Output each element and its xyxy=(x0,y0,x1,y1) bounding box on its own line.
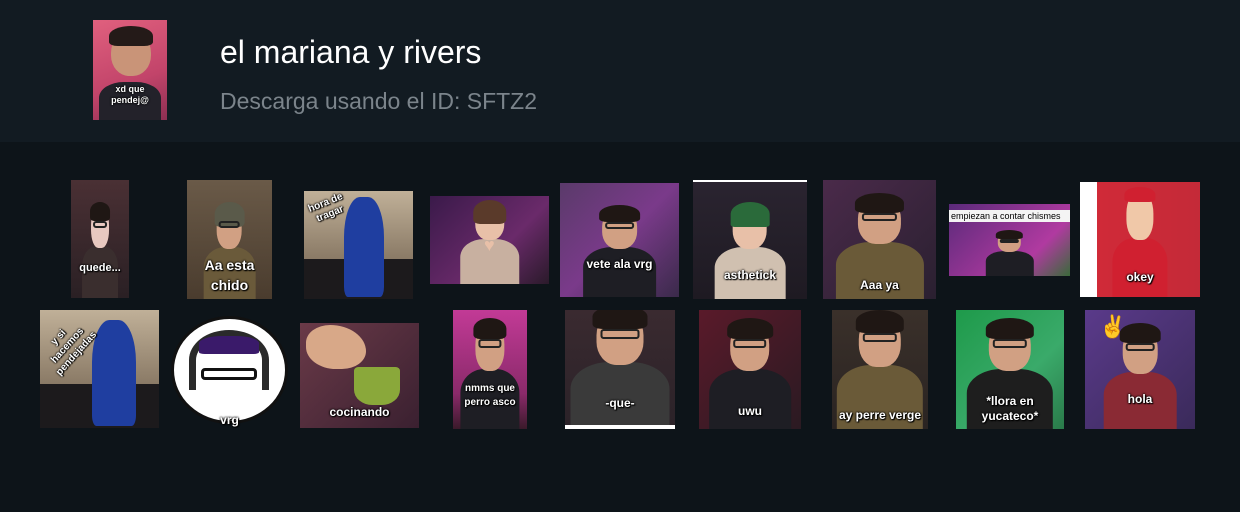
sticker-caption: ay perre verge xyxy=(838,408,922,422)
sticker-que[interactable]: -que- xyxy=(565,310,675,429)
sticker-asthetick[interactable]: asthetick xyxy=(693,180,807,299)
sticker-y-si-hacemos-pendejadas[interactable]: y si hacemos pendejadas xyxy=(40,310,159,428)
pack-header: xd que pendej@ el mariana y rivers Desca… xyxy=(0,0,1240,142)
sticker-empiezan-a-contar-chismes[interactable]: empiezan a contar chismes xyxy=(949,204,1070,276)
sticker-cocinando[interactable]: cocinando xyxy=(300,323,419,428)
sticker-caption: quede... xyxy=(79,262,121,274)
sticker-hola[interactable]: ✌ hola xyxy=(1085,310,1195,429)
sticker-uwu[interactable]: uwu xyxy=(699,310,801,429)
sticker-caption: okey xyxy=(1126,270,1154,284)
sticker-caption: vrg xyxy=(220,413,239,427)
sticker-caption: uwu xyxy=(738,404,762,418)
pack-thumbnail[interactable]: xd que pendej@ xyxy=(93,20,167,120)
sticker-caption: -que- xyxy=(605,396,635,410)
sticker-quede[interactable]: quede... xyxy=(71,180,129,298)
sticker-caption: Aaa ya xyxy=(860,278,899,292)
heart-icon: ♥ xyxy=(484,235,495,255)
sticker-aa-esta-chido[interactable]: Aa esta chido xyxy=(187,180,272,299)
sticker-nmms-que-perro-asco[interactable]: nmms que perro asco xyxy=(453,310,527,429)
sticker-caption: asthetick xyxy=(723,268,777,282)
sticker-ay-perre-verge[interactable]: ay perre verge xyxy=(832,310,928,429)
sticker-hora-de-tragar[interactable]: hora de tragar xyxy=(304,191,413,299)
sticker-caption: cocinando xyxy=(329,405,390,419)
sticker-vete-ala-vrg[interactable]: vete ala vrg xyxy=(560,183,679,297)
pack-thumbnail-caption: xd que pendej@ xyxy=(111,84,149,105)
pack-title: el mariana y rivers xyxy=(220,34,482,70)
bottom-bar xyxy=(565,425,675,429)
sticker-llora-en-yucateco[interactable]: *llora en yucateco* xyxy=(956,310,1064,429)
sticker-okey[interactable]: okey xyxy=(1080,182,1200,297)
pack-download-id: Descarga usando el ID: SFTZ2 xyxy=(220,88,538,114)
sticker-caption: Aa esta chido xyxy=(204,257,255,293)
sticker-heart-hands[interactable]: ♥ xyxy=(430,196,549,284)
sticker-caption: *llora en yucateco* xyxy=(981,394,1039,423)
cartoon-glasses xyxy=(201,368,257,380)
cartoon-hair xyxy=(199,336,259,354)
sticker-aaa-ya[interactable]: Aaa ya xyxy=(823,180,936,299)
sticker-vrg[interactable]: vrg xyxy=(169,316,290,428)
sticker-caption: nmms que perro asco xyxy=(464,383,516,408)
sticker-caption: hola xyxy=(1127,392,1153,406)
peace-hand-icon: ✌ xyxy=(1099,314,1127,339)
sticker-caption: vete ala vrg xyxy=(586,257,653,271)
cup-shape xyxy=(354,367,400,405)
sticker-caption: empiezan a contar chismes xyxy=(949,210,1070,222)
